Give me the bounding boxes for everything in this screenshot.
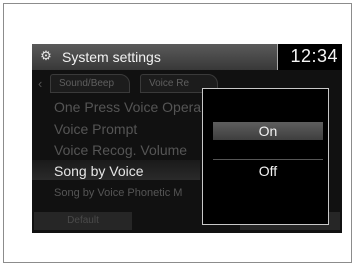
menu-item-one-press-voice[interactable]: One Press Voice Opera <box>54 99 201 115</box>
manual-illustration-frame: ⚙ System settings 12:34 ‹ Sound/Beep Voi… <box>3 3 352 263</box>
option-off[interactable]: Off <box>213 162 323 180</box>
menu-item-voice-recog-volume[interactable]: Voice Recog. Volume <box>54 142 187 158</box>
default-button[interactable]: Default <box>34 212 132 230</box>
back-arrow-icon[interactable]: ‹ <box>38 76 42 91</box>
menu-item-voice-prompt[interactable]: Voice Prompt <box>54 121 137 137</box>
menu-item-song-by-voice-phonetic[interactable]: Song by Voice Phonetic M <box>54 187 182 199</box>
display-screen: ⚙ System settings 12:34 ‹ Sound/Beep Voi… <box>32 44 342 233</box>
gear-icon: ⚙ <box>40 48 52 63</box>
options-popup: On Off <box>202 88 329 225</box>
tab-sound-beep[interactable]: Sound/Beep <box>50 74 130 93</box>
option-divider <box>213 159 323 160</box>
menu-item-song-by-voice[interactable]: Song by Voice <box>54 163 144 179</box>
clock: 12:34 <box>290 46 338 66</box>
option-on[interactable]: On <box>213 122 323 140</box>
page-title: System settings <box>62 49 161 65</box>
clock-box: 12:34 <box>277 44 342 70</box>
header-bar: ⚙ System settings 12:34 <box>32 44 342 70</box>
